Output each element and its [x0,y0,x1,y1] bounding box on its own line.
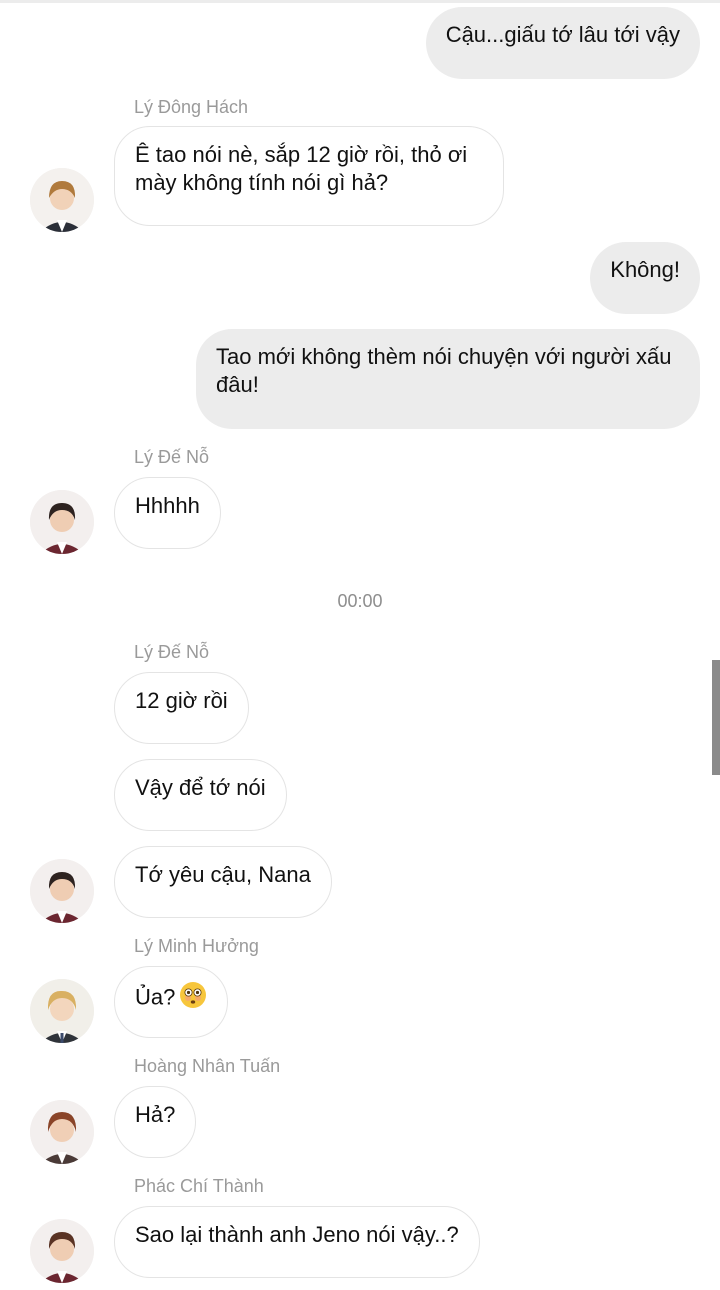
message-text: Vậy để tớ nói [135,775,266,800]
message-text: Hả? [135,1102,176,1127]
sender-name: Hoàng Nhân Tuấn [134,1056,281,1076]
person-avatar-icon [30,1219,94,1283]
message-bubble-outgoing[interactable]: Tao mới không thèm nói chuyện với người … [196,329,700,429]
message-text: Cậu...giấu tớ lâu tới vậy [445,22,680,47]
message-text: Hhhhh [135,493,200,518]
person-avatar-icon [30,979,94,1043]
top-divider [0,0,720,3]
sender-name: Phác Chí Thành [134,1176,264,1196]
message-bubble-incoming[interactable]: Ủa? [114,966,229,1038]
message-bubble-incoming[interactable]: Tớ yêu cậu, Nana [114,846,332,918]
message-text: Ê tao nói nè, sắp 12 giờ rồi, thỏ ơi mày… [135,142,468,195]
message-bubble-outgoing[interactable]: Cậu...giấu tớ lâu tới vậy [425,7,700,79]
message-text: Sao lại thành anh Jeno nói vậy..? [135,1222,459,1247]
sender-name: Lý Đế Nỗ [134,642,210,662]
message-text: Tớ yêu cậu, Nana [135,862,311,887]
scrollbar-thumb[interactable] [712,660,720,775]
message-text: Ủa? [135,984,176,1010]
message-bubble-incoming[interactable]: Vậy để tớ nói [114,759,287,831]
avatar[interactable] [30,979,94,1043]
avatar[interactable] [30,490,94,554]
sender-name: Lý Minh Hưởng [134,936,259,956]
message-bubble-incoming[interactable]: Hhhhh [114,477,221,549]
sender-name: Lý Đông Hách [134,97,249,117]
message-bubble-outgoing[interactable]: Không! [590,242,700,314]
message-bubble-incoming[interactable]: Hả? [114,1086,197,1158]
message-bubble-incoming[interactable]: 12 giờ rồi [114,672,249,744]
message-text: Không! [610,257,680,282]
message-text: Tao mới không thèm nói chuyện với người … [216,344,672,397]
person-avatar-icon [30,1100,94,1164]
message-bubble-incoming[interactable]: Sao lại thành anh Jeno nói vậy..? [114,1206,480,1278]
message-text: 12 giờ rồi [135,688,228,713]
person-avatar-icon [30,490,94,554]
sender-name: Lý Đế Nỗ [134,447,210,467]
avatar[interactable] [30,859,94,923]
person-avatar-icon [30,168,94,232]
person-avatar-icon [30,859,94,923]
timestamp-separator: 00:00 [337,591,383,611]
avatar[interactable] [30,1219,94,1283]
avatar[interactable] [30,168,94,232]
message-bubble-incoming[interactable]: Ê tao nói nè, sắp 12 giờ rồi, thỏ ơi mày… [114,126,504,226]
avatar[interactable] [30,1100,94,1164]
flushed-face-icon [179,981,207,1016]
